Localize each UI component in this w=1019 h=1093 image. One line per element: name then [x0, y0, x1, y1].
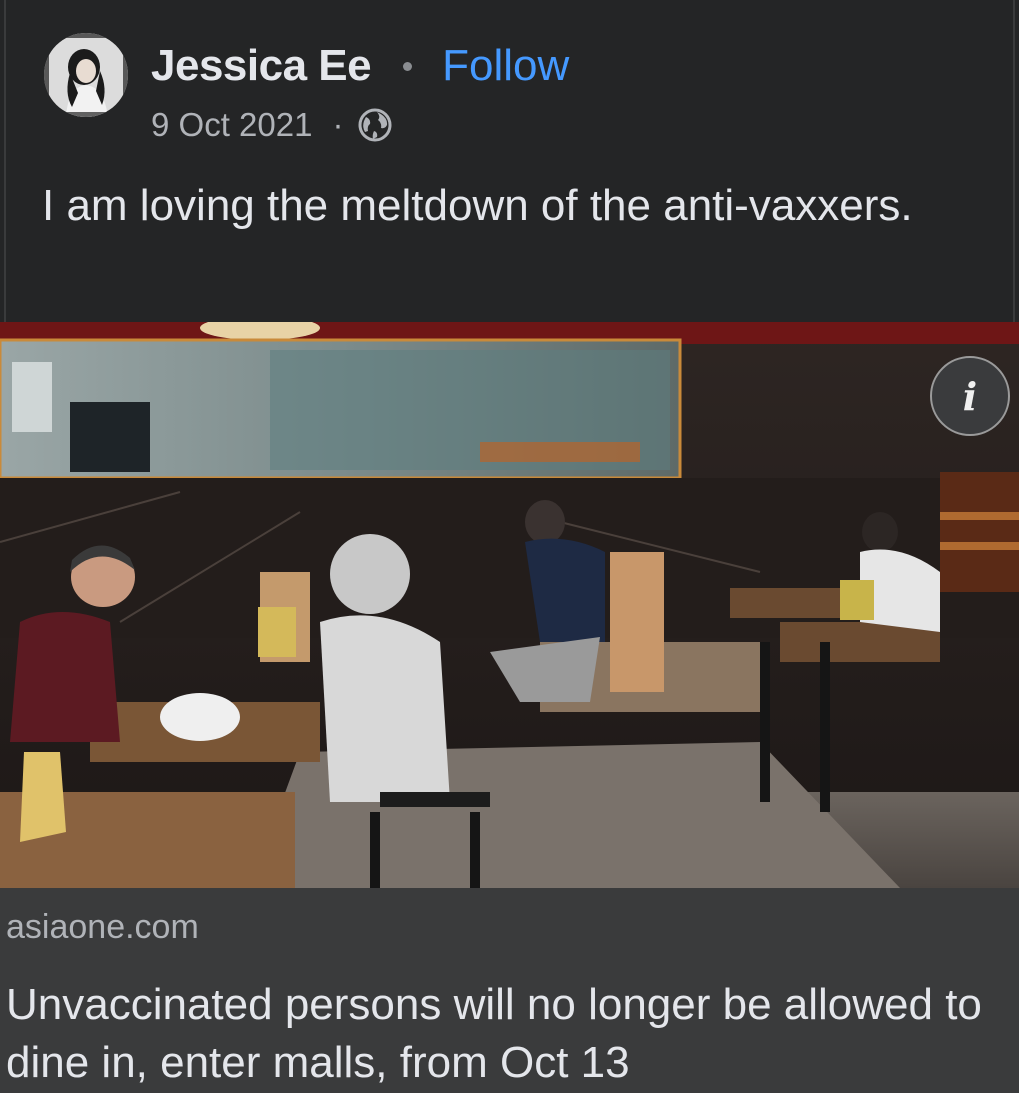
follow-button[interactable]: Follow [442, 41, 569, 91]
author-row: Jessica Ee Follow [151, 40, 569, 92]
restaurant-photo [0, 322, 1019, 888]
author-avatar[interactable] [44, 33, 128, 117]
link-preview[interactable]: asiaone.com Unvaccinated persons will no… [0, 888, 1019, 1093]
post-date[interactable]: 9 Oct 2021 [151, 106, 312, 144]
info-icon: i [962, 373, 978, 419]
facebook-post: Jessica Ee Follow 9 Oct 2021 · I am lovi… [0, 0, 1019, 1093]
info-button[interactable]: i [930, 356, 1010, 436]
meta-separator: · [332, 106, 344, 143]
avatar-image [44, 33, 128, 117]
post-text: I am loving the meltdown of the anti-vax… [42, 181, 913, 230]
post-header: Jessica Ee Follow 9 Oct 2021 · I am lovi… [4, 0, 1015, 322]
link-domain: asiaone.com [6, 908, 199, 946]
globe-icon[interactable] [357, 107, 393, 143]
post-meta: 9 Oct 2021 · [151, 104, 393, 146]
separator-dot [403, 61, 413, 71]
link-title[interactable]: Unvaccinated persons will no longer be a… [6, 976, 1006, 1092]
post-photo[interactable] [0, 322, 1019, 888]
author-name[interactable]: Jessica Ee [151, 41, 372, 91]
